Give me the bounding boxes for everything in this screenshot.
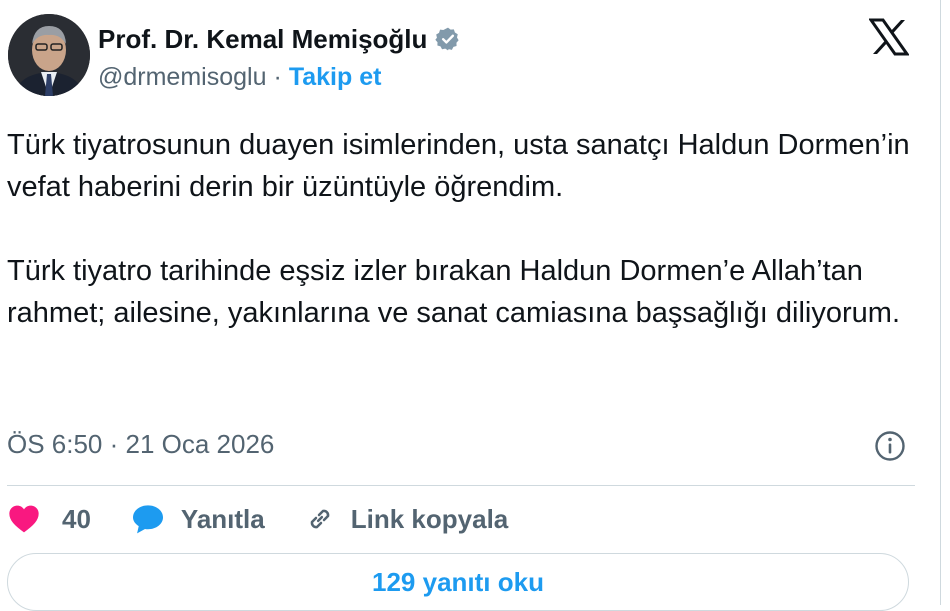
author-handle-row: @drmemisoglu · Takip et xyxy=(98,63,381,92)
author-name-row: Prof. Dr. Kemal Memişoğlu xyxy=(98,22,461,56)
tweet-actions: 40 Yanıtla Link kopyala xyxy=(8,498,548,540)
copy-link-button[interactable]: Link kopyala xyxy=(305,503,509,535)
tweet-paragraph: Türk tiyatro tarihinde eşsiz izler bırak… xyxy=(7,255,900,329)
author-display-name[interactable]: Prof. Dr. Kemal Memişoğlu xyxy=(98,24,427,55)
tweet-text: Türk tiyatrosunun duayen isimlerinden, u… xyxy=(7,124,917,334)
verified-badge-icon xyxy=(435,27,460,51)
tweet-paragraph: Türk tiyatrosunun duayen isimlerinden, u… xyxy=(7,129,910,203)
reply-bubble-icon xyxy=(132,505,163,534)
reply-button[interactable]: Yanıtla xyxy=(131,504,265,535)
like-count: 40 xyxy=(62,503,91,534)
x-logo-icon[interactable] xyxy=(869,18,909,56)
avatar[interactable] xyxy=(8,14,90,96)
heart-icon xyxy=(9,505,39,533)
separator-dot: · xyxy=(273,63,282,91)
follow-button[interactable]: Takip et xyxy=(289,63,382,92)
read-replies-button[interactable]: 129 yanıtı oku xyxy=(7,553,909,611)
divider xyxy=(7,485,915,486)
link-icon xyxy=(310,509,330,529)
embedded-tweet-card: Prof. Dr. Kemal Memişoğlu @drmemisoglu ·… xyxy=(0,0,941,611)
copy-link-label: Link kopyala xyxy=(350,503,509,534)
avatar-portrait-icon xyxy=(8,14,90,96)
like-button[interactable]: 40 xyxy=(8,504,91,535)
author-handle[interactable]: @drmemisoglu xyxy=(98,63,266,92)
info-icon[interactable] xyxy=(873,429,907,463)
reply-label: Yanıtla xyxy=(180,503,265,534)
tweet-timestamp[interactable]: ÖS 6:50 · 21 Oca 2026 xyxy=(7,429,274,460)
